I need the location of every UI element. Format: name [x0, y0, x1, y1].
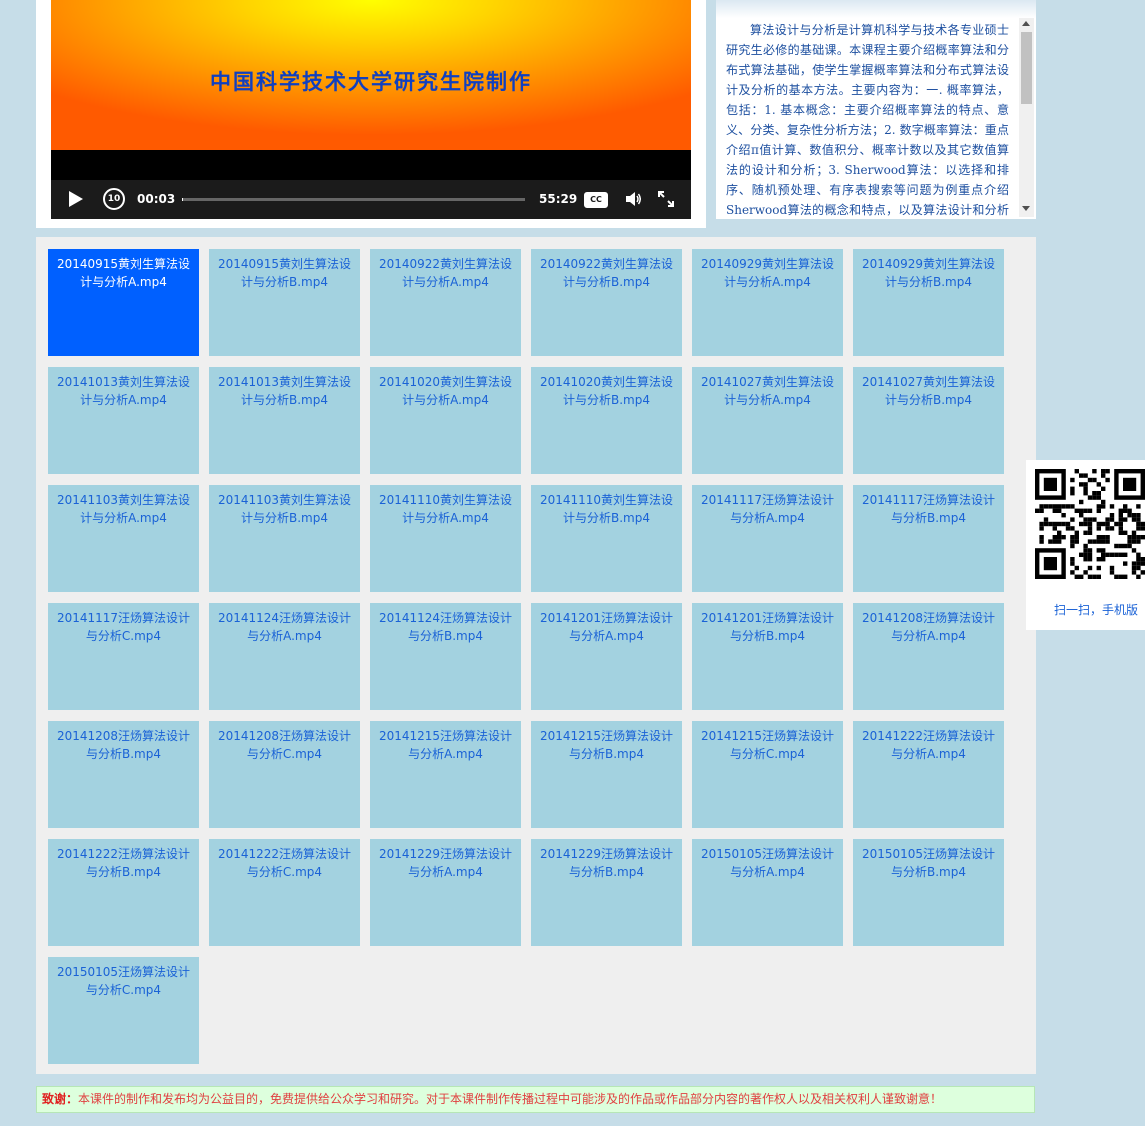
total-time: 55:29 — [539, 192, 578, 206]
episode-tile[interactable]: 20140915黄刘生算法设计与分析A.mp4 — [48, 249, 199, 356]
episode-tile[interactable]: 20141208汪炀算法设计与分析C.mp4 — [209, 721, 360, 828]
episode-tile[interactable]: 20141229汪炀算法设计与分析B.mp4 — [531, 839, 682, 946]
episode-tile[interactable]: 20141117汪炀算法设计与分析C.mp4 — [48, 603, 199, 710]
course-description-text: 算法设计与分析是计算机科学与技术各专业硕士研究生必修的基础课。本课程主要介绍概率… — [726, 23, 1009, 217]
episode-tile[interactable]: 20141020黄刘生算法设计与分析B.mp4 — [531, 367, 682, 474]
captions-icon[interactable]: CC — [584, 192, 608, 208]
course-description-panel: 算法设计与分析是计算机科学与技术各专业硕士研究生必修的基础课。本课程主要介绍概率… — [716, 0, 1036, 219]
episode-tile[interactable]: 20141208汪炀算法设计与分析B.mp4 — [48, 721, 199, 828]
episode-tile[interactable]: 20141020黄刘生算法设计与分析A.mp4 — [370, 367, 521, 474]
video-caption: 中国科学技术大学研究生院制作 — [210, 69, 532, 94]
episode-tile[interactable]: 20150105汪炀算法设计与分析C.mp4 — [48, 957, 199, 1064]
episode-tile[interactable]: 20141124汪炀算法设计与分析B.mp4 — [370, 603, 521, 710]
episode-tile[interactable]: 20141215汪炀算法设计与分析B.mp4 — [531, 721, 682, 828]
notice-text: 本课件的制作和发布均为公益目的，免费提供给公众学习和研究。对于本课件制作传播过程… — [78, 1092, 943, 1106]
episode-tile[interactable]: 20150105汪炀算法设计与分析B.mp4 — [853, 839, 1004, 946]
video-frame: 中国科学技术大学研究生院制作 — [51, 0, 691, 150]
episode-tile[interactable]: 20141117汪炀算法设计与分析B.mp4 — [853, 485, 1004, 592]
volume-icon[interactable] — [625, 190, 641, 208]
acknowledgement-notice: 致谢：本课件的制作和发布均为公益目的，免费提供给公众学习和研究。对于本课件制作传… — [36, 1086, 1035, 1113]
episode-tile[interactable]: 20141110黄刘生算法设计与分析B.mp4 — [531, 485, 682, 592]
episode-tile[interactable]: 20141124汪炀算法设计与分析A.mp4 — [209, 603, 360, 710]
episode-tile[interactable]: 20141110黄刘生算法设计与分析A.mp4 — [370, 485, 521, 592]
episode-tile[interactable]: 20140922黄刘生算法设计与分析B.mp4 — [531, 249, 682, 356]
qr-label: 扫一扫，手机版 — [1054, 603, 1139, 617]
episode-tile[interactable]: 20140929黄刘生算法设计与分析B.mp4 — [853, 249, 1004, 356]
replay-10-icon[interactable]: 10 — [103, 188, 125, 210]
scroll-up-icon[interactable] — [1022, 21, 1030, 26]
fullscreen-icon[interactable] — [658, 191, 674, 207]
progress-bar[interactable] — [182, 198, 525, 201]
episode-tile[interactable]: 20141208汪炀算法设计与分析A.mp4 — [853, 603, 1004, 710]
notice-title: 致谢： — [42, 1092, 79, 1106]
video-player[interactable]: 中国科学技术大学研究生院制作 10 00:03 55:29 CC — [51, 0, 691, 219]
episode-tile[interactable]: 20141222汪炀算法设计与分析C.mp4 — [209, 839, 360, 946]
episode-tile[interactable]: 20141027黄刘生算法设计与分析B.mp4 — [853, 367, 1004, 474]
video-controls: 10 00:03 55:29 CC — [51, 180, 691, 219]
mobile-qr-widget[interactable]: 扫一扫，手机版 — [1026, 460, 1145, 630]
play-icon[interactable] — [69, 191, 83, 207]
scroll-down-icon[interactable] — [1022, 206, 1030, 211]
episode-tile[interactable]: 20141215汪炀算法设计与分析A.mp4 — [370, 721, 521, 828]
progress-fill — [182, 198, 183, 201]
episode-tile[interactable]: 20140922黄刘生算法设计与分析A.mp4 — [370, 249, 521, 356]
episode-list: 20140915黄刘生算法设计与分析A.mp4 20140915黄刘生算法设计与分… — [36, 237, 1036, 1074]
episode-tile[interactable]: 20140915黄刘生算法设计与分析B.mp4 — [209, 249, 360, 356]
episode-tile[interactable]: 20141013黄刘生算法设计与分析B.mp4 — [209, 367, 360, 474]
episode-tile[interactable]: 20141201汪炀算法设计与分析A.mp4 — [531, 603, 682, 710]
episode-tile[interactable]: 20141027黄刘生算法设计与分析A.mp4 — [692, 367, 843, 474]
episode-tile[interactable]: 20150105汪炀算法设计与分析A.mp4 — [692, 839, 843, 946]
episode-tile[interactable]: 20141103黄刘生算法设计与分析B.mp4 — [209, 485, 360, 592]
current-time: 00:03 — [137, 192, 176, 206]
episode-tile[interactable]: 20141222汪炀算法设计与分析A.mp4 — [853, 721, 1004, 828]
episode-tile[interactable]: 20141229汪炀算法设计与分析A.mp4 — [370, 839, 521, 946]
episode-tile[interactable]: 20141222汪炀算法设计与分析B.mp4 — [48, 839, 199, 946]
episode-tile[interactable]: 20141117汪炀算法设计与分析A.mp4 — [692, 485, 843, 592]
qr-code-icon — [1035, 469, 1145, 579]
scroll-thumb[interactable] — [1021, 32, 1032, 104]
episode-tile[interactable]: 20141215汪炀算法设计与分析C.mp4 — [692, 721, 843, 828]
video-player-panel: 中国科学技术大学研究生院制作 10 00:03 55:29 CC — [36, 0, 706, 228]
episode-tile[interactable]: 20141013黄刘生算法设计与分析A.mp4 — [48, 367, 199, 474]
description-header — [716, 0, 1036, 18]
description-scrollbar[interactable] — [1019, 18, 1034, 217]
episode-tile[interactable]: 20140929黄刘生算法设计与分析A.mp4 — [692, 249, 843, 356]
episode-tile[interactable]: 20141103黄刘生算法设计与分析A.mp4 — [48, 485, 199, 592]
episode-tile[interactable]: 20141201汪炀算法设计与分析B.mp4 — [692, 603, 843, 710]
